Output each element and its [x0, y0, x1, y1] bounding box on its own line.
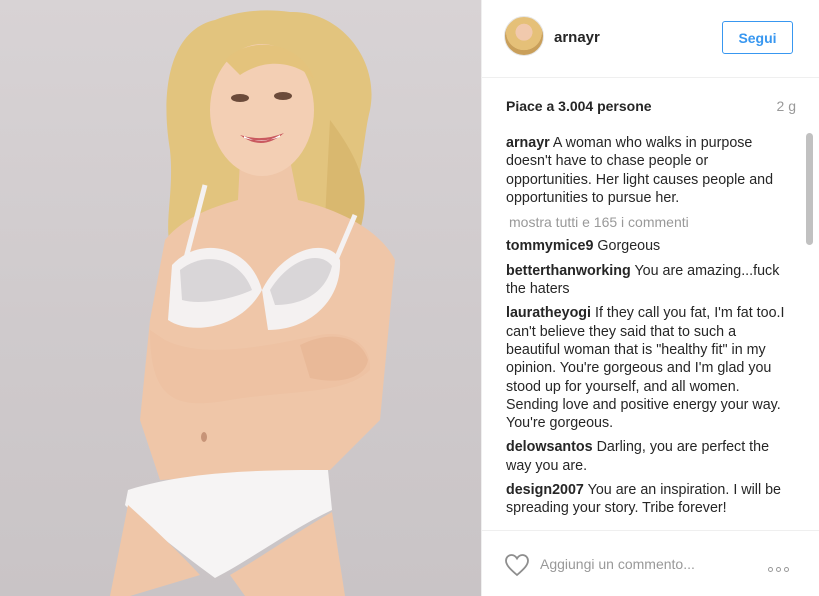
comment-user[interactable]: design2007 [506, 482, 584, 498]
comment-input[interactable] [540, 553, 760, 575]
comment-user[interactable]: betterthanworking [506, 263, 631, 279]
photo-illustration [110, 10, 395, 596]
list-item: betterthanworking You are amazing...fuck… [506, 262, 794, 299]
post-header: arnayr Segui [482, 0, 819, 78]
list-item: lauratheyogi If they call you fat, I'm f… [506, 304, 794, 432]
comment-text: If they call you fat, I'm fat too.I can'… [506, 305, 785, 432]
comment-user[interactable]: tommymice9 [506, 238, 593, 254]
list-item: delowsantos Darling, you are perfect the… [506, 438, 794, 475]
show-all-comments-link[interactable]: mostra tutti e 165 i commenti [509, 213, 794, 231]
username[interactable]: arnayr [554, 29, 600, 46]
avatar[interactable] [504, 16, 544, 56]
comment-text: Gorgeous [597, 238, 661, 255]
comment-user[interactable]: delowsantos [506, 439, 593, 455]
follow-button[interactable]: Segui [722, 21, 793, 54]
more-options-icon[interactable] [768, 559, 796, 572]
post-details-panel: arnayr Segui Piace a 3.004 persone 2 g a… [481, 0, 819, 596]
caption: arnayr A woman who walks in purpose does… [506, 134, 794, 207]
comments-scrollbar[interactable] [804, 131, 814, 528]
scroll-thumb[interactable] [806, 133, 813, 245]
dot-icon [784, 567, 789, 572]
heart-icon[interactable] [504, 553, 530, 577]
list-item: tommymice9 Gorgeous [506, 237, 794, 255]
likes-row: Piace a 3.004 persone 2 g [506, 96, 796, 118]
comment-footer [482, 530, 819, 596]
post-photo[interactable] [0, 0, 481, 596]
dot-icon [776, 567, 781, 572]
comment-user[interactable]: lauratheyogi [506, 305, 591, 321]
post-time[interactable]: 2 g [777, 98, 796, 114]
dot-icon [768, 567, 773, 572]
comments-list[interactable]: arnayr A woman who walks in purpose does… [506, 134, 794, 529]
likes-count[interactable]: Piace a 3.004 persone [506, 98, 652, 114]
caption-user[interactable]: arnayr [506, 135, 550, 151]
list-item: design2007 You are an inspiration. I wil… [506, 481, 794, 518]
